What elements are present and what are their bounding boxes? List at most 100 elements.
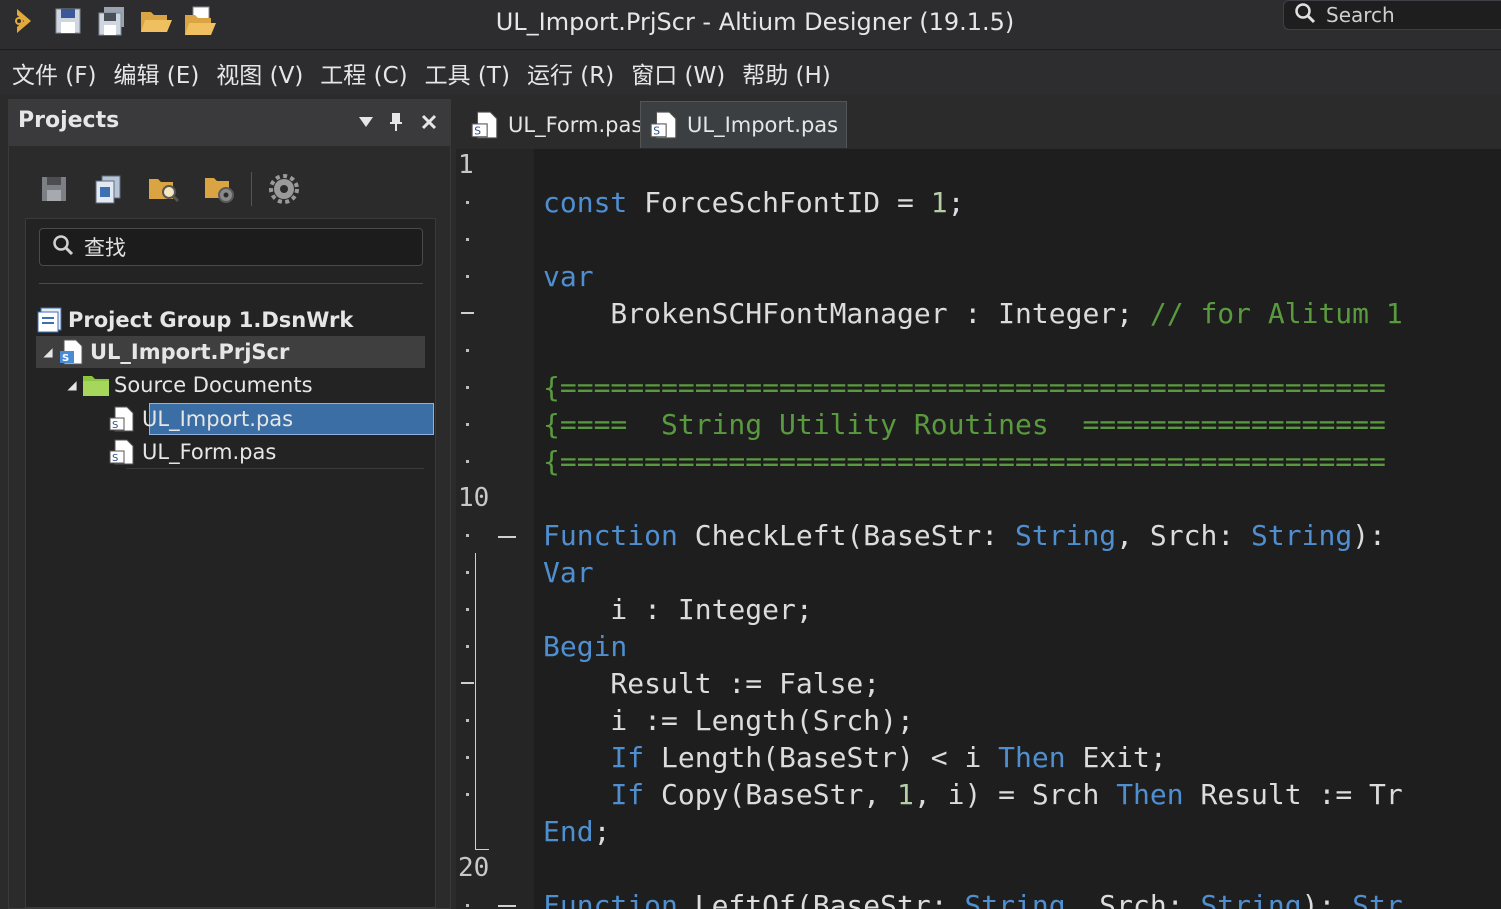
folder-icon: [83, 376, 109, 396]
line-number: 1: [458, 150, 474, 180]
code-line: Function CheckLeft(BaseStr: String, Srch…: [543, 519, 1386, 552]
line-marker: [466, 460, 469, 463]
tab-ul-import[interactable]: S UL_Import.pas: [640, 101, 848, 148]
menu-tools[interactable]: 工具 (T): [425, 56, 510, 90]
title-bar: UL_Import.PrjScr - Altium Designer (19.1…: [0, 0, 1501, 50]
line-marker: [466, 534, 469, 537]
code-line: i : Integer;: [543, 593, 813, 626]
code-line: {=======================================…: [543, 445, 1386, 478]
line-marker: [466, 349, 469, 352]
panel-menu-dropdown-icon[interactable]: [353, 108, 379, 136]
tab-label: UL_Import.pas: [687, 113, 839, 137]
code-line: const ForceSchFontID = 1;: [543, 186, 965, 219]
tree-item-label: Source Documents: [114, 373, 313, 397]
fold-collapse-icon[interactable]: [498, 905, 516, 907]
line-number: 10: [458, 483, 490, 513]
tree-item-source-documents[interactable]: ◢ Source Documents: [62, 369, 313, 401]
code-line: i := Length(Srch);: [543, 704, 914, 737]
code-line: Var: [543, 556, 594, 589]
save-icon[interactable]: [35, 170, 73, 208]
code-line: BrokenSCHFontManager : Integer; // for A…: [543, 297, 1403, 330]
svg-text:S: S: [112, 453, 118, 464]
project-tree-container: 查找 Project Group 1.DsnWrk ◢ S UL_Import.…: [25, 218, 436, 908]
fold-line: [475, 553, 476, 849]
line-marker: [466, 238, 469, 241]
menu-run[interactable]: 运行 (R): [527, 56, 614, 90]
tree-item-label: Project Group 1.DsnWrk: [68, 308, 354, 332]
tab-ul-form[interactable]: S UL_Form.pas: [462, 101, 650, 148]
svg-text:S: S: [653, 125, 660, 138]
expand-arrow-icon[interactable]: ◢: [38, 345, 58, 359]
project-group-icon: [37, 307, 62, 333]
menu-project[interactable]: 工程 (C): [320, 56, 407, 90]
divider: [39, 283, 423, 284]
svg-text:S: S: [62, 353, 69, 364]
pascal-script-file-icon: S: [471, 111, 498, 138]
line-marker: [466, 423, 469, 426]
project-search-field[interactable]: 查找: [39, 228, 423, 266]
code-editor[interactable]: 1 10 20 const ForceSchFontID = 1; var Br…: [456, 149, 1501, 909]
search-icon: [52, 234, 74, 260]
code-line: var: [543, 260, 594, 293]
line-marker: [466, 645, 469, 648]
menu-window[interactable]: 窗口 (W): [631, 56, 725, 90]
line-marker: [466, 201, 469, 204]
code-line: End;: [543, 815, 611, 848]
folder-settings-icon[interactable]: [201, 170, 239, 208]
line-marker: [466, 793, 469, 796]
tab-label: UL_Form.pas: [508, 112, 643, 137]
panel-header: Projects: [9, 100, 450, 146]
panel-toolbar: [25, 160, 435, 218]
pascal-script-file-icon: S: [109, 439, 134, 465]
pascal-script-file-icon: S: [109, 406, 134, 432]
tree-item-label: UL_Import.PrjScr: [90, 340, 290, 364]
fold-marker[interactable]: [461, 312, 474, 314]
line-marker: [466, 756, 469, 759]
tree-item-project[interactable]: ◢ S UL_Import.PrjScr: [38, 336, 289, 368]
close-icon[interactable]: [416, 108, 442, 136]
line-number-gutter: 1 10 20: [456, 149, 534, 909]
fold-marker[interactable]: [461, 682, 474, 684]
pin-icon[interactable]: [383, 108, 409, 136]
save-all-icon[interactable]: [89, 170, 127, 208]
gear-icon[interactable]: [265, 170, 303, 208]
search-placeholder: 查找: [84, 236, 126, 260]
line-marker: [466, 608, 469, 611]
script-project-icon: S: [60, 339, 83, 365]
menu-view[interactable]: 视图 (V): [216, 56, 303, 90]
code-line: If Length(BaseStr) < i Then Exit;: [610, 741, 1167, 774]
fold-collapse-icon[interactable]: [498, 536, 516, 538]
svg-text:S: S: [474, 124, 481, 137]
svg-text:S: S: [112, 420, 118, 431]
panel-title: Projects: [18, 108, 120, 133]
code-line: {=======================================…: [543, 371, 1386, 404]
tree-item-ul-import-pas[interactable]: S UL_Import.pas: [108, 403, 294, 435]
line-marker: [466, 904, 469, 907]
window-title: UL_Import.PrjScr - Altium Designer (19.1…: [495, 8, 1015, 36]
divider: [126, 468, 424, 469]
line-marker: [466, 275, 469, 278]
line-number: 20: [458, 853, 490, 883]
line-marker: [466, 386, 469, 389]
tree-item-ul-form-pas[interactable]: S UL_Form.pas: [108, 436, 277, 468]
pascal-script-file-icon: S: [650, 111, 677, 139]
search-icon: [1294, 2, 1316, 28]
code-line: {==== String Utility Routines ==========…: [543, 408, 1386, 441]
tree-item-label: UL_Form.pas: [142, 440, 277, 464]
tree-item-project-group[interactable]: Project Group 1.DsnWrk: [36, 304, 353, 336]
line-marker: [466, 571, 469, 574]
tree-item-label: UL_Import.pas: [142, 407, 294, 431]
menu-bar: 文件 (F) 编辑 (E) 视图 (V) 工程 (C) 工具 (T) 运行 (R…: [0, 51, 1501, 95]
code-line: Result := False;: [543, 667, 881, 700]
menu-help[interactable]: 帮助 (H): [742, 56, 831, 90]
menu-file[interactable]: 文件 (F): [12, 56, 97, 90]
menu-edit[interactable]: 编辑 (E): [114, 56, 200, 90]
open-folder-search-icon[interactable]: [145, 170, 183, 208]
code-line: Function LeftOf(BaseStr: String, Srch: S…: [543, 889, 1403, 909]
expand-arrow-icon[interactable]: ◢: [62, 378, 82, 392]
line-marker: [466, 719, 469, 722]
global-search-box[interactable]: Search: [1283, 0, 1501, 30]
toolbar-divider: [251, 172, 252, 206]
projects-panel: Projects 查找 Project Group 1.DsnWrk ◢ S U…: [8, 99, 451, 909]
search-label: Search: [1326, 3, 1395, 27]
